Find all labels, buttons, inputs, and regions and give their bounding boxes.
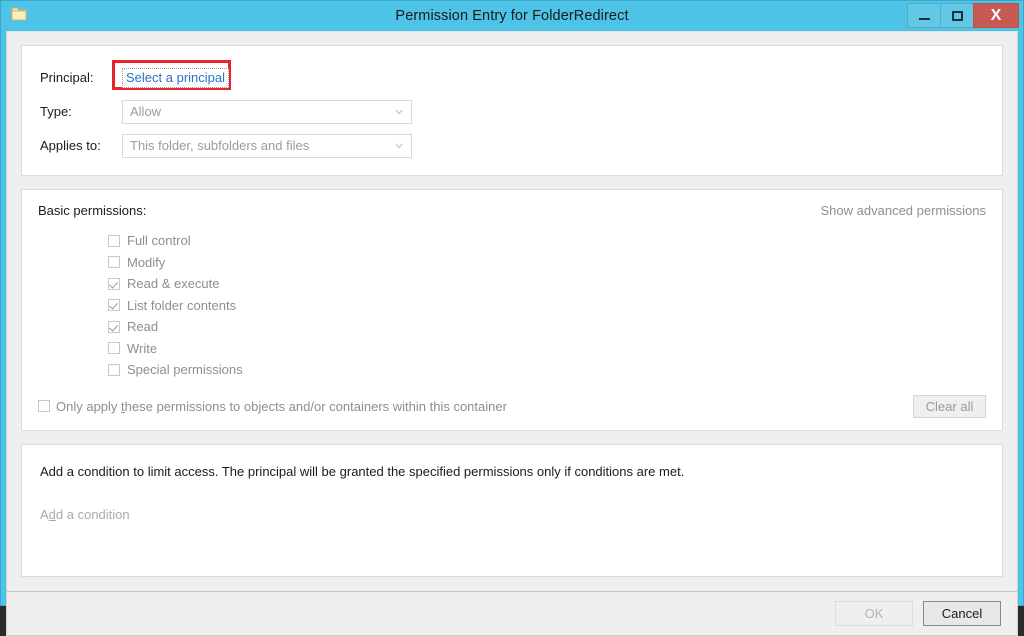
only-apply-checkbox-row[interactable]: Only apply these permissions to objects …	[38, 399, 507, 414]
type-row: Type: Allow	[40, 96, 984, 127]
checkbox[interactable]	[108, 299, 120, 311]
permissions-header: Basic permissions: Show advanced permiss…	[38, 203, 988, 218]
permission-label: Special permissions	[127, 362, 243, 377]
permissions-list: Full control Modify Read & execute List …	[38, 230, 988, 381]
add-condition-text-after: d a condition	[56, 507, 130, 522]
applies-to-dropdown[interactable]: This folder, subfolders and files	[122, 134, 412, 158]
clear-all-button[interactable]: Clear all	[913, 395, 986, 418]
conditions-description: Add a condition to limit access. The pri…	[40, 463, 984, 481]
type-label: Type:	[40, 104, 122, 119]
conditions-panel: Add a condition to limit access. The pri…	[21, 444, 1003, 577]
caption-buttons: X	[908, 3, 1019, 28]
permission-label: Modify	[127, 255, 165, 270]
type-value: Allow	[123, 104, 387, 119]
maximize-button[interactable]	[940, 3, 974, 28]
permission-entry-window: Permission Entry for FolderRedirect X Pr…	[0, 0, 1024, 606]
permission-item-read[interactable]: Read	[108, 316, 988, 338]
permission-item-modify[interactable]: Modify	[108, 252, 988, 274]
chevron-down-icon	[387, 108, 411, 116]
close-button[interactable]: X	[973, 3, 1019, 28]
close-icon: X	[991, 7, 1002, 25]
permissions-panel: Basic permissions: Show advanced permiss…	[21, 189, 1003, 431]
permission-item-special-permissions[interactable]: Special permissions	[108, 359, 988, 381]
window-title: Permission Entry for FolderRedirect	[1, 1, 1023, 31]
show-advanced-permissions-link[interactable]: Show advanced permissions	[821, 203, 988, 218]
principal-link-wrapper: Select a principal	[122, 68, 229, 88]
maximize-icon	[952, 11, 963, 21]
applies-to-row: Applies to: This folder, subfolders and …	[40, 130, 984, 161]
cancel-button[interactable]: Cancel	[923, 601, 1001, 626]
permission-item-read-execute[interactable]: Read & execute	[108, 273, 988, 295]
checkbox[interactable]	[108, 278, 120, 290]
permission-label: Full control	[127, 233, 191, 248]
only-apply-text-before: Only apply	[56, 399, 121, 414]
ok-button[interactable]: OK	[835, 601, 913, 626]
permission-item-full-control[interactable]: Full control	[108, 230, 988, 252]
checkbox[interactable]	[108, 364, 120, 376]
principal-label: Principal:	[40, 70, 122, 85]
permissions-footer: Only apply these permissions to objects …	[38, 395, 988, 418]
checkbox[interactable]	[108, 321, 120, 333]
type-dropdown[interactable]: Allow	[122, 100, 412, 124]
applies-to-value: This folder, subfolders and files	[123, 138, 387, 153]
applies-to-label: Applies to:	[40, 138, 122, 153]
checkbox[interactable]	[108, 256, 120, 268]
permission-label: Read & execute	[127, 276, 220, 291]
dialog-footer: OK Cancel	[7, 591, 1017, 635]
dialog-client-area: Principal: Select a principal Type: Allo…	[6, 31, 1018, 636]
add-condition-link[interactable]: Add a condition	[40, 507, 130, 522]
permission-item-write[interactable]: Write	[108, 338, 988, 360]
chevron-down-icon	[387, 142, 411, 150]
checkbox[interactable]	[108, 235, 120, 247]
title-bar: Permission Entry for FolderRedirect X	[1, 1, 1023, 31]
principal-row: Principal: Select a principal	[40, 62, 984, 93]
checkbox[interactable]	[38, 400, 50, 412]
only-apply-label: Only apply these permissions to objects …	[56, 399, 507, 414]
checkbox[interactable]	[108, 342, 120, 354]
only-apply-text-after: hese permissions to objects and/or conta…	[125, 399, 507, 414]
select-principal-link[interactable]: Select a principal	[122, 68, 229, 88]
basic-permissions-label: Basic permissions:	[38, 203, 146, 218]
principal-panel: Principal: Select a principal Type: Allo…	[21, 45, 1003, 176]
permission-item-list-folder-contents[interactable]: List folder contents	[108, 295, 988, 317]
add-condition-accelerator: d	[49, 507, 56, 522]
permission-label: Write	[127, 341, 157, 356]
minimize-button[interactable]	[907, 3, 941, 28]
add-condition-text-before: A	[40, 507, 49, 522]
minimize-icon	[919, 18, 930, 20]
permission-label: List folder contents	[127, 298, 236, 313]
dialog-content: Principal: Select a principal Type: Allo…	[7, 32, 1017, 591]
permission-label: Read	[127, 319, 158, 334]
